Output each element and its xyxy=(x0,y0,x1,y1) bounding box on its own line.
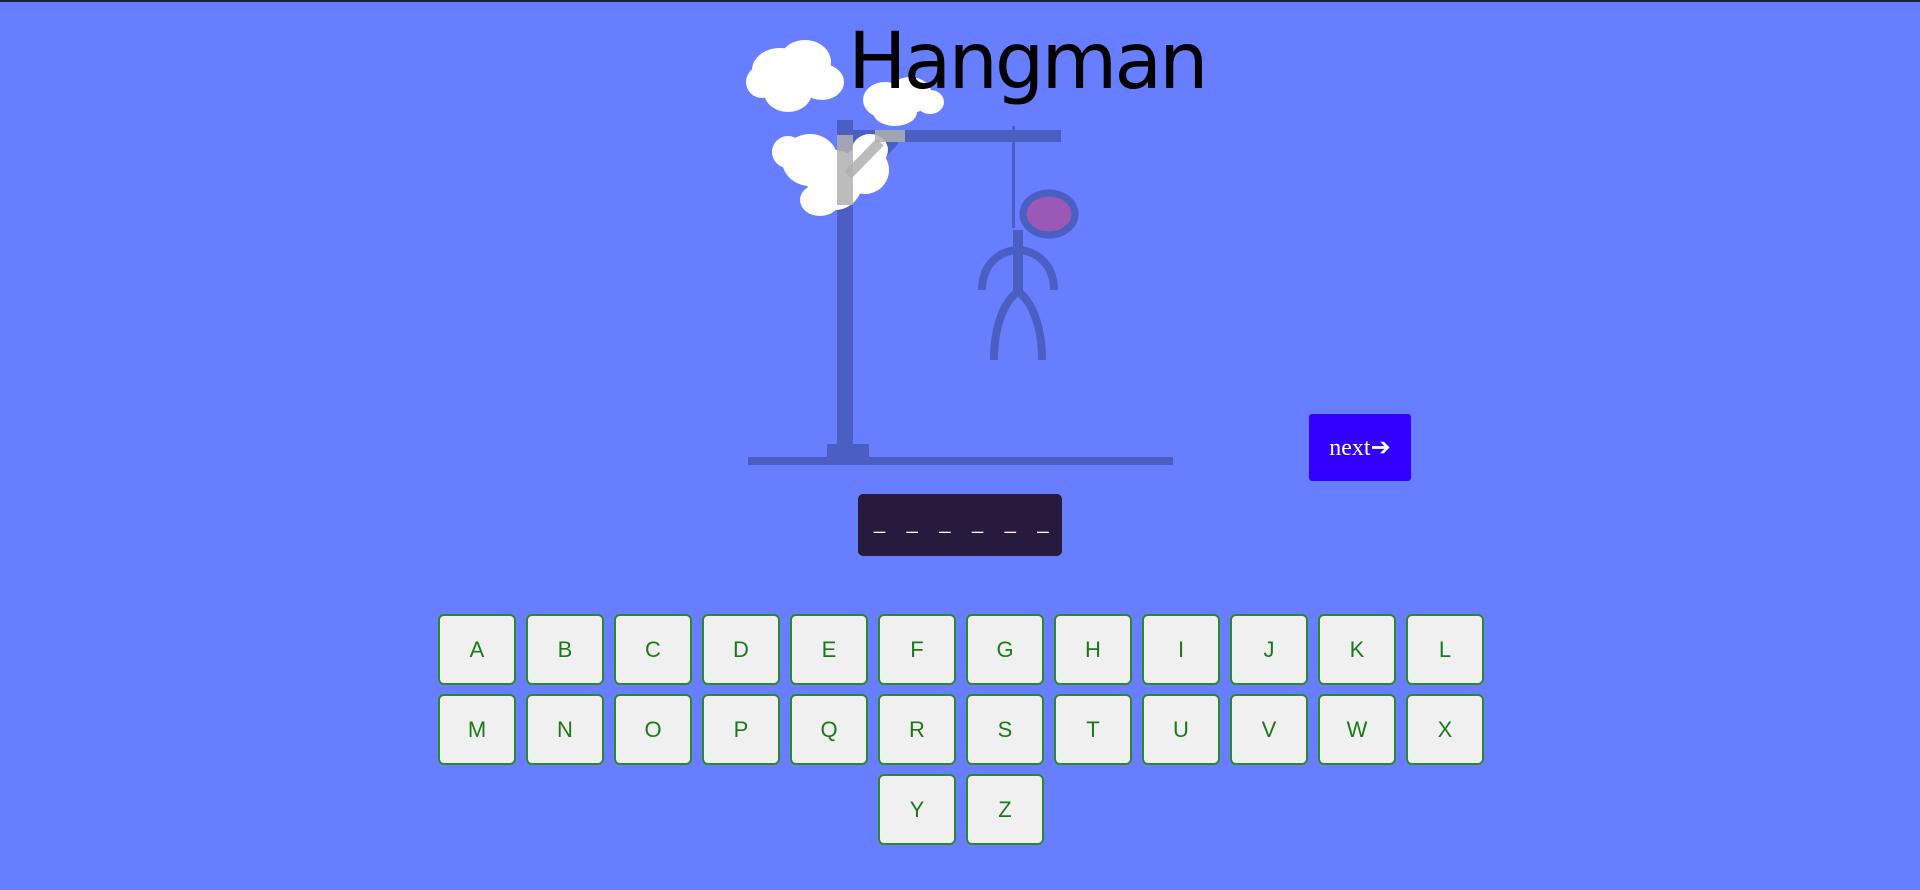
keyboard-row: ABCDEFGHIJKL xyxy=(436,614,1486,685)
letter-key-r[interactable]: R xyxy=(878,694,956,765)
cloud-icon xyxy=(746,40,844,112)
hangman-stage: Hangman xyxy=(700,0,1260,480)
letter-key-k[interactable]: K xyxy=(1318,614,1396,685)
letter-key-n[interactable]: N xyxy=(526,694,604,765)
letter-key-b[interactable]: B xyxy=(526,614,604,685)
letter-key-h[interactable]: H xyxy=(1054,614,1132,685)
keyboard-row: MNOPQRSTUVWX xyxy=(436,694,1486,765)
letter-key-u[interactable]: U xyxy=(1142,694,1220,765)
letter-key-f[interactable]: F xyxy=(878,614,956,685)
letter-key-t[interactable]: T xyxy=(1054,694,1132,765)
letter-key-z[interactable]: Z xyxy=(966,774,1044,845)
letter-key-g[interactable]: G xyxy=(966,614,1044,685)
keyboard-row: YZ xyxy=(436,774,1486,845)
hangman-drawing: Hangman xyxy=(746,17,1209,465)
letter-key-w[interactable]: W xyxy=(1318,694,1396,765)
gallows-base xyxy=(748,457,1173,465)
letter-key-y[interactable]: Y xyxy=(878,774,956,845)
head xyxy=(1019,189,1079,239)
letter-key-l[interactable]: L xyxy=(1406,614,1484,685)
letter-key-i[interactable]: I xyxy=(1142,614,1220,685)
letter-key-x[interactable]: X xyxy=(1406,694,1484,765)
letter-keyboard: ABCDEFGHIJKL MNOPQRSTUVWX YZ xyxy=(436,614,1486,854)
beam-behind-cloud xyxy=(875,130,905,142)
letter-key-c[interactable]: C xyxy=(614,614,692,685)
legs xyxy=(990,287,1046,361)
game-title: Hangman xyxy=(848,17,1206,107)
letter-key-v[interactable]: V xyxy=(1230,694,1308,765)
gallows-rope xyxy=(1012,126,1015,228)
word-display: _ _ _ _ _ _ xyxy=(858,494,1062,556)
letter-key-m[interactable]: M xyxy=(438,694,516,765)
letter-key-a[interactable]: A xyxy=(438,614,516,685)
letter-key-p[interactable]: P xyxy=(702,694,780,765)
letter-key-d[interactable]: D xyxy=(702,614,780,685)
hangman-figure xyxy=(978,189,1079,361)
letter-key-j[interactable]: J xyxy=(1230,614,1308,685)
letter-key-q[interactable]: Q xyxy=(790,694,868,765)
letter-key-s[interactable]: S xyxy=(966,694,1044,765)
letter-key-o[interactable]: O xyxy=(614,694,692,765)
next-button[interactable]: next➔ xyxy=(1309,414,1411,481)
letter-key-e[interactable]: E xyxy=(790,614,868,685)
